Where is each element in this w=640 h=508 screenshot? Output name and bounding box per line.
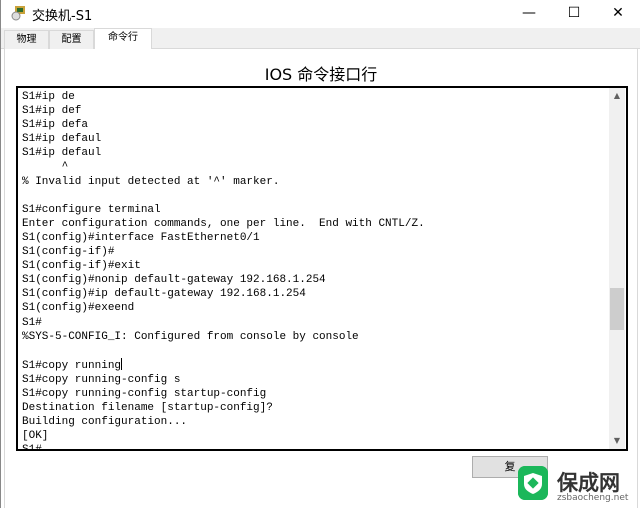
- terminal-line: % Invalid input detected at '^' marker.: [22, 175, 425, 189]
- terminal-line: [OK]: [22, 429, 425, 443]
- tab-config[interactable]: 配置: [49, 30, 94, 49]
- terminal-line-text: S1#ip defaul: [22, 133, 102, 146]
- terminal-scrollbar[interactable]: ▲ ▼: [609, 88, 625, 449]
- window-title: 交换机-S1: [32, 9, 93, 24]
- terminal-line: S1(config-if)#exit: [22, 259, 425, 273]
- terminal-line-text: S1(config-if)#: [22, 246, 115, 259]
- terminal-line-text: S1#ip defaul: [22, 147, 102, 160]
- terminal-line-text: S1#: [22, 316, 42, 329]
- terminal-line-text: S1#ip de: [22, 91, 75, 103]
- terminal-line-text: % Invalid input detected at '^' marker.: [22, 175, 280, 188]
- scrollbar-thumb[interactable]: [610, 288, 624, 330]
- terminal-line-text: S1(config)#exeend: [22, 302, 135, 315]
- terminal-line: S1(config)#ip default-gateway 192.168.1.…: [22, 287, 425, 301]
- terminal-line: S1#copy running-config s: [22, 373, 425, 387]
- scroll-down-arrow-icon[interactable]: ▼: [609, 433, 625, 449]
- close-button[interactable]: ✕: [595, 0, 640, 27]
- terminal-line: S1(config)#exeend: [22, 301, 425, 315]
- terminal-line: S1#configure terminal: [22, 203, 425, 217]
- text-cursor: [121, 357, 123, 370]
- terminal-line: Enter configuration commands, one per li…: [22, 217, 425, 231]
- terminal-line: S1#copy running: [22, 357, 425, 373]
- terminal-line: S1(config)#nonip default-gateway 192.168…: [22, 273, 425, 287]
- terminal-line-text: S1(config)#ip default-gateway 192.168.1.…: [22, 288, 306, 301]
- terminal-line: Building configuration...: [22, 415, 425, 429]
- terminal-line-text: Building configuration...: [22, 416, 188, 429]
- terminal-line: S1#copy running-config startup-config: [22, 387, 425, 401]
- terminal-line: S1#ip defaul: [22, 146, 425, 160]
- maximize-button[interactable]: ☐: [551, 0, 597, 27]
- scroll-up-arrow-icon[interactable]: ▲: [609, 88, 625, 104]
- terminal-line-text: S1#copy running: [22, 359, 122, 372]
- terminal-line-text: [OK]: [22, 430, 49, 443]
- terminal-line: S1#ip defa: [22, 118, 425, 132]
- terminal-line-text: %SYS-5-CONFIG_I: Configured from console…: [22, 330, 359, 343]
- terminal-line-text: S1(config)#interface FastEthernet0/1: [22, 231, 260, 244]
- terminal-line: S1(config)#interface FastEthernet0/1: [22, 231, 425, 245]
- heading-text: IOS 命令接口行: [264, 65, 378, 84]
- terminal-line: S1#: [22, 316, 425, 330]
- terminal-line: S1(config-if)#: [22, 245, 425, 259]
- terminal-lines: S1#ip de S1#ip def S1#ip defa S1#ip defaul S…: [22, 90, 425, 451]
- watermark-url: zsbaocheng.net: [557, 493, 629, 503]
- terminal-line-text: S1(config-if)#exit: [22, 260, 141, 273]
- tab-cli[interactable]: 命令行: [94, 28, 152, 50]
- terminal-line-text: S1#copy running-config s: [22, 373, 181, 386]
- page-title: IOS 命令接口行: [1, 61, 640, 85]
- terminal-line-text: S1#configure terminal: [22, 203, 161, 216]
- terminal-output[interactable]: S1#ip de S1#ip def S1#ip defa S1#ip defaul S…: [16, 86, 628, 451]
- tab-bar: 物理 配置 命令行: [1, 28, 640, 50]
- switch-window: 交换机-S1 — ☐ ✕ 物理 配置 命令行 IOS 命令接口行 S1#ip d…: [0, 0, 640, 508]
- terminal-line-text: S1(config)#nonip default-gateway 192.168…: [22, 274, 326, 287]
- terminal-line-text: S1#ip def: [22, 105, 82, 118]
- terminal-line-text: S1#: [22, 444, 42, 451]
- terminal-line: S1#: [22, 443, 425, 451]
- title-bar: 交换机-S1 — ☐ ✕: [1, 0, 640, 27]
- terminal-line-text: S1#ip defa: [22, 119, 89, 132]
- terminal-line-text: Enter configuration commands, one per li…: [22, 217, 425, 230]
- shield-logo-icon: [518, 466, 548, 500]
- switch-app-icon: [11, 6, 25, 21]
- terminal-line-text: Destination filename [startup-config]?: [22, 402, 273, 415]
- minimize-button[interactable]: —: [506, 0, 552, 27]
- terminal-line: %SYS-5-CONFIG_I: Configured from console…: [22, 330, 425, 344]
- watermark-logo: 保成网 zsbaocheng.net: [518, 466, 640, 508]
- terminal-line: ^: [22, 160, 425, 174]
- terminal-line: Destination filename [startup-config]?: [22, 401, 425, 415]
- terminal-line: S1#ip de: [22, 90, 425, 104]
- terminal-line: S1#ip defaul: [22, 132, 425, 146]
- terminal-line-text: S1#copy running-config startup-config: [22, 387, 267, 400]
- tab-physical[interactable]: 物理: [4, 30, 49, 49]
- terminal-line: S1#ip def: [22, 104, 425, 118]
- terminal-line-text: ^: [22, 161, 69, 174]
